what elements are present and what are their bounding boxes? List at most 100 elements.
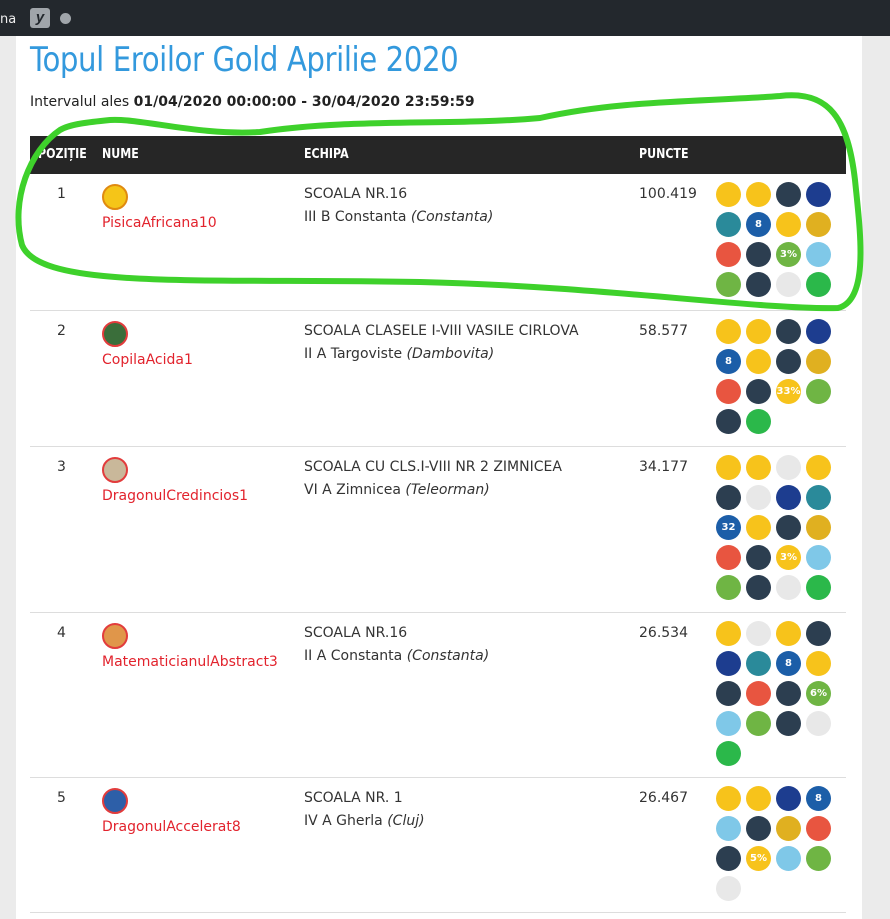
achievement-badge-icon[interactable] — [746, 575, 771, 600]
achievement-badge-icon[interactable] — [746, 545, 771, 570]
avatar[interactable] — [102, 623, 128, 649]
achievement-badge-icon[interactable] — [776, 681, 801, 706]
table-row: 2 CopilaAcida1 SCOALA CLASELE I-VIII VAS… — [30, 311, 846, 447]
achievement-badge-icon[interactable] — [746, 182, 771, 207]
achievement-badge-icon[interactable] — [776, 455, 801, 480]
achievement-badge-icon[interactable]: 6% — [806, 681, 831, 706]
achievement-badge-icon[interactable] — [716, 786, 741, 811]
achievement-badge-icon[interactable] — [806, 485, 831, 510]
avatar[interactable] — [102, 184, 128, 210]
points-value: 58.577 — [639, 323, 688, 339]
school-name: SCOALA CU CLS.I-VIII NR 2 ZIMNICEA — [304, 459, 562, 475]
achievement-badge-icon[interactable] — [716, 455, 741, 480]
achievement-badge-icon[interactable] — [716, 816, 741, 841]
achievement-badge-icon[interactable] — [776, 816, 801, 841]
achievement-badge-icon[interactable] — [776, 621, 801, 646]
achievement-badge-icon[interactable] — [716, 681, 741, 706]
username-link[interactable]: DragonulCredincios1 — [102, 488, 248, 504]
toolbar-text[interactable]: na — [0, 12, 16, 27]
achievement-badge-icon[interactable] — [746, 319, 771, 344]
achievement-badge-icon[interactable]: 32 — [716, 515, 741, 540]
achievement-badge-icon[interactable] — [746, 409, 771, 434]
achievement-badge-icon[interactable] — [716, 711, 741, 736]
county: (Teleorman) — [405, 482, 490, 498]
achievement-badge-icon[interactable] — [806, 349, 831, 374]
achievement-badge-icon[interactable] — [746, 272, 771, 297]
achievement-badge-icon[interactable] — [716, 409, 741, 434]
username-link[interactable]: DragonulAccelerat8 — [102, 819, 241, 835]
achievement-badge-icon[interactable]: 8 — [746, 212, 771, 237]
achievement-badge-icon[interactable] — [776, 515, 801, 540]
achievement-badge-icon[interactable] — [776, 846, 801, 871]
achievement-badge-icon[interactable] — [776, 575, 801, 600]
achievement-badge-icon[interactable] — [776, 485, 801, 510]
achievement-badge-icon[interactable] — [746, 379, 771, 404]
achievement-badge-icon[interactable] — [746, 242, 771, 267]
achievement-badge-icon[interactable] — [716, 651, 741, 676]
avatar[interactable] — [102, 321, 128, 347]
achievement-badge-icon[interactable] — [806, 515, 831, 540]
achievement-badge-icon[interactable]: 8 — [806, 786, 831, 811]
achievement-badge-icon[interactable]: 8 — [776, 651, 801, 676]
avatar[interactable] — [102, 457, 128, 483]
badges-list: 83% — [716, 182, 836, 302]
achievement-badge-icon[interactable] — [806, 272, 831, 297]
admin-toolbar: na y — [0, 0, 890, 36]
achievement-badge-icon[interactable] — [806, 846, 831, 871]
achievement-badge-icon[interactable] — [746, 455, 771, 480]
achievement-badge-icon[interactable] — [806, 455, 831, 480]
achievement-badge-icon[interactable] — [806, 182, 831, 207]
achievement-badge-icon[interactable] — [776, 319, 801, 344]
achievement-badge-icon[interactable] — [776, 212, 801, 237]
achievement-badge-icon[interactable] — [776, 711, 801, 736]
avatar[interactable] — [102, 788, 128, 814]
username-link[interactable]: MatematicianulAbstract3 — [102, 654, 278, 670]
achievement-badge-icon[interactable] — [746, 816, 771, 841]
achievement-badge-icon[interactable] — [776, 349, 801, 374]
achievement-badge-icon[interactable] — [716, 545, 741, 570]
achievement-badge-icon[interactable]: 5% — [746, 846, 771, 871]
achievement-badge-icon[interactable] — [716, 741, 741, 766]
achievement-badge-icon[interactable] — [746, 621, 771, 646]
achievement-badge-icon[interactable]: 33% — [776, 379, 801, 404]
achievement-badge-icon[interactable] — [806, 816, 831, 841]
yoast-logo-icon[interactable]: y — [30, 8, 50, 28]
achievement-badge-icon[interactable] — [746, 349, 771, 374]
achievement-badge-icon[interactable] — [806, 651, 831, 676]
achievement-badge-icon[interactable] — [746, 515, 771, 540]
username-link[interactable]: PisicaAfricana10 — [102, 215, 217, 231]
table-row: 1 PisicaAfricana10 SCOALA NR.16 III B Co… — [30, 174, 846, 311]
achievement-badge-icon[interactable] — [746, 786, 771, 811]
achievement-badge-icon[interactable] — [746, 485, 771, 510]
achievement-badge-icon[interactable] — [776, 182, 801, 207]
achievement-badge-icon[interactable] — [776, 272, 801, 297]
achievement-badge-icon[interactable] — [716, 242, 741, 267]
achievement-badge-icon[interactable] — [716, 846, 741, 871]
achievement-badge-icon[interactable] — [716, 575, 741, 600]
achievement-badge-icon[interactable] — [716, 182, 741, 207]
achievement-badge-icon[interactable] — [746, 651, 771, 676]
achievement-badge-icon[interactable] — [806, 575, 831, 600]
achievement-badge-icon[interactable] — [806, 621, 831, 646]
achievement-badge-icon[interactable] — [716, 212, 741, 237]
achievement-badge-icon[interactable]: 8 — [716, 349, 741, 374]
class-name: III B Constanta (Constanta) — [304, 209, 494, 225]
achievement-badge-icon[interactable] — [716, 876, 741, 901]
achievement-badge-icon[interactable] — [806, 379, 831, 404]
achievement-badge-icon[interactable] — [746, 681, 771, 706]
achievement-badge-icon[interactable] — [716, 379, 741, 404]
achievement-badge-icon[interactable] — [716, 485, 741, 510]
achievement-badge-icon[interactable] — [776, 786, 801, 811]
achievement-badge-icon[interactable] — [806, 212, 831, 237]
achievement-badge-icon[interactable] — [806, 545, 831, 570]
achievement-badge-icon[interactable]: 3% — [776, 242, 801, 267]
achievement-badge-icon[interactable] — [716, 319, 741, 344]
username-link[interactable]: CopilaAcida1 — [102, 352, 193, 368]
achievement-badge-icon[interactable]: 3% — [776, 545, 801, 570]
achievement-badge-icon[interactable] — [806, 711, 831, 736]
achievement-badge-icon[interactable] — [716, 621, 741, 646]
achievement-badge-icon[interactable] — [806, 319, 831, 344]
achievement-badge-icon[interactable] — [806, 242, 831, 267]
achievement-badge-icon[interactable] — [716, 272, 741, 297]
achievement-badge-icon[interactable] — [746, 711, 771, 736]
